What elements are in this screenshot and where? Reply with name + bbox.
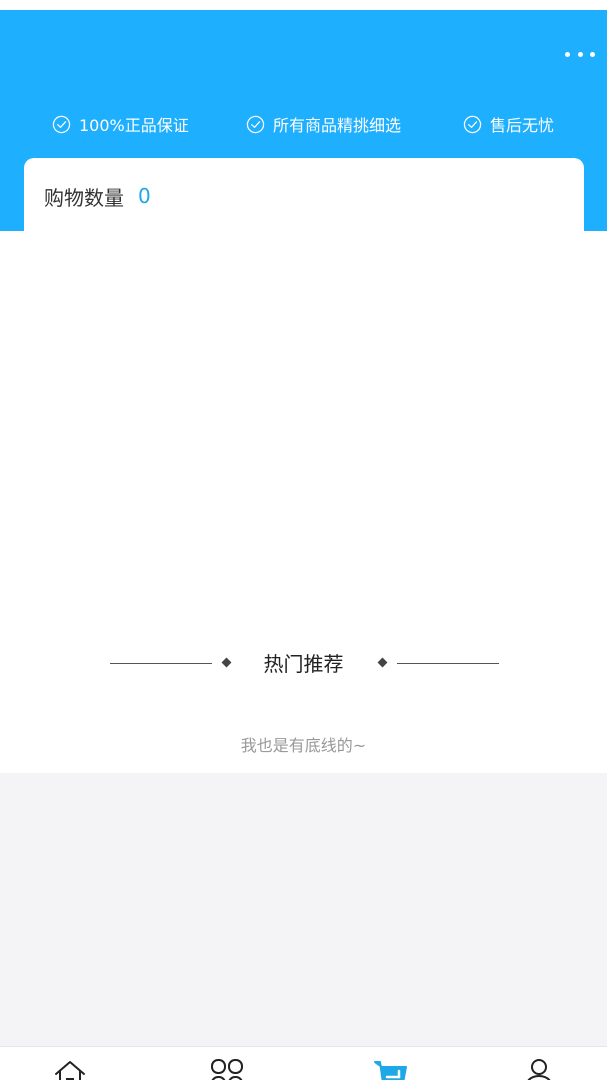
cart-count-label: 购物数量 <box>44 185 124 210</box>
tab-home[interactable] <box>52 1057 88 1080</box>
category-icon <box>211 1059 243 1080</box>
recommendations-heading: 热门推荐 <box>0 649 607 679</box>
guarantee-list: 100%正品保证 所有商品精挑细选 售后无忧 <box>0 111 607 137</box>
more-dots-icon <box>565 51 570 57</box>
recommendations-title: 热门推荐 <box>263 652 344 676</box>
cart-content: 热门推荐 我也是有底线的~ <box>0 231 607 773</box>
bottom-tab-bar <box>0 1046 607 1080</box>
guarantee-item: 100%正品保证 <box>52 111 189 137</box>
user-icon <box>527 1059 551 1080</box>
tab-cart[interactable] <box>373 1057 409 1080</box>
tab-category[interactable] <box>209 1057 245 1080</box>
divider-line <box>397 663 499 664</box>
guarantee-item: 所有商品精挑细选 <box>246 111 401 137</box>
more-dot <box>577 51 583 57</box>
cart-count-row: 购物数量 0 <box>44 182 151 210</box>
cart-summary-card: 购物数量 0 <box>24 158 584 258</box>
guarantee-item: 售后无忧 <box>463 111 554 137</box>
cart-page: 100%正品保证 所有商品精挑细选 售后无忧 热门推荐 我也是有底线的~ 购物数… <box>0 0 607 1080</box>
check-circle-icon <box>52 115 71 133</box>
end-of-list-text: 我也是有底线的~ <box>240 736 367 755</box>
more-dot <box>590 51 595 57</box>
check-circle-icon <box>246 115 265 133</box>
guarantee-label: 100%正品保证 <box>79 116 189 135</box>
tab-user[interactable] <box>521 1057 557 1080</box>
guarantee-label: 所有商品精挑细选 <box>273 116 402 135</box>
more-button[interactable] <box>565 44 595 64</box>
guarantee-label: 售后无忧 <box>490 116 555 135</box>
cart-count-value: 0 <box>138 184 151 208</box>
home-icon <box>55 1061 85 1080</box>
cart-icon <box>374 1061 407 1080</box>
check-circle-icon <box>463 115 482 133</box>
status-bar <box>0 0 607 10</box>
